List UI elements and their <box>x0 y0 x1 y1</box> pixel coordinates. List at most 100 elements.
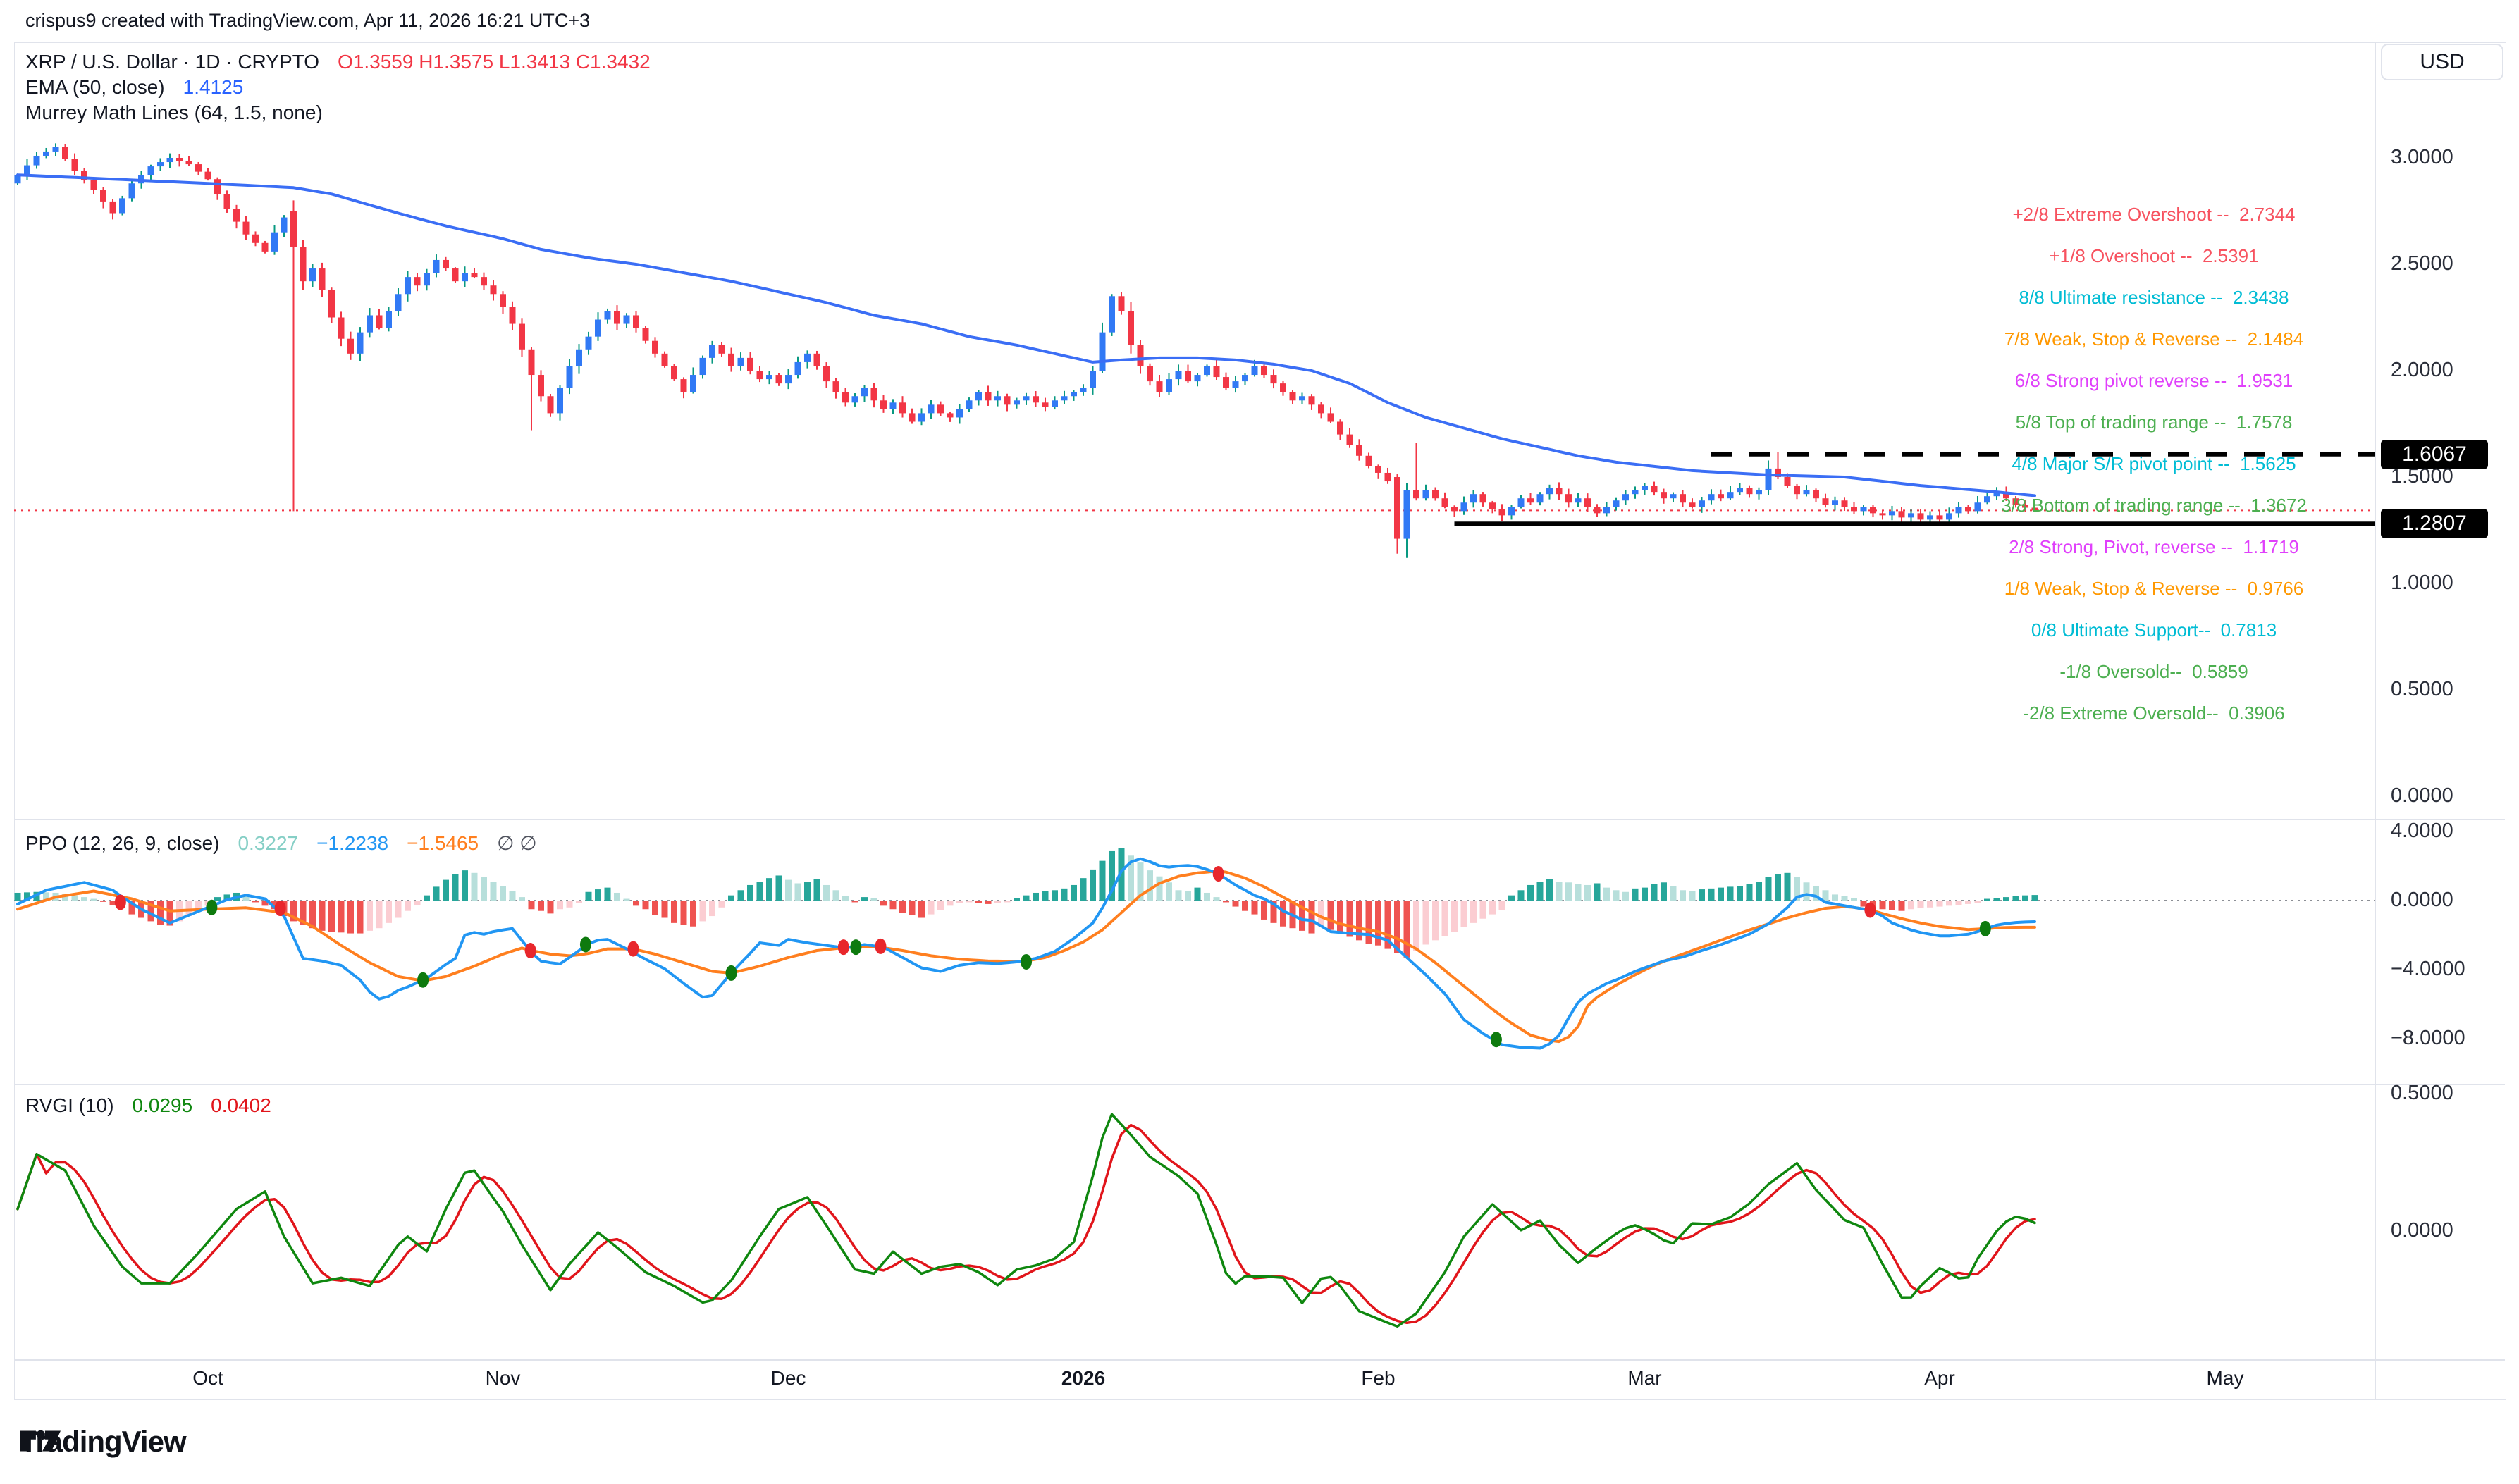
candle-body <box>1661 492 1667 498</box>
ppo-hist-bar <box>538 901 544 911</box>
time-axis-label[interactable]: Nov <box>486 1367 521 1390</box>
ppo-hist-bar <box>1785 873 1791 901</box>
candle-body <box>1651 486 1658 492</box>
time-axis-label[interactable]: May <box>2207 1367 2244 1390</box>
tradingview-logo[interactable]: TradingView <box>20 1425 186 1459</box>
ppo-visibility-icons[interactable]: ∅ ∅ <box>497 831 537 855</box>
candle-body <box>548 396 554 413</box>
candle-body <box>91 180 97 190</box>
ppo-hist-bar <box>776 875 782 901</box>
ppo-hist-bar <box>624 899 630 901</box>
ppo-hist-bar <box>405 901 411 911</box>
plot-data-group <box>14 143 2375 1326</box>
candle-body <box>1375 466 1381 473</box>
ppo-hist-bar <box>1071 885 1077 901</box>
time-axis-label[interactable]: Mar <box>1627 1367 1661 1390</box>
candle-body <box>852 396 858 402</box>
currency-button[interactable]: USD <box>2381 44 2503 80</box>
ppo-hist-bar <box>510 891 516 901</box>
ppo-cross-dot-green <box>580 936 591 952</box>
ema50-line <box>18 175 2035 495</box>
time-axis-label[interactable]: Apr <box>1924 1367 1955 1390</box>
ppo-axis-label: −8.0000 <box>2391 1027 2465 1050</box>
candle-body <box>823 366 830 381</box>
ppo-hist-bar <box>738 890 744 901</box>
symbol-legend: XRP / U.S. Dollar · 1D · CRYPTO O1.3559 … <box>25 51 651 73</box>
ppo-hist-bar <box>700 901 706 921</box>
ppo-hist-bar <box>462 870 468 901</box>
ppo-hist-bar <box>766 878 772 901</box>
candle-body <box>1889 511 1895 515</box>
candle-body <box>738 358 744 366</box>
ppo-hist-bar <box>757 882 763 901</box>
ppo-hist-bar <box>1442 901 1448 936</box>
ema-legend: EMA (50, close) 1.4125 <box>25 76 243 99</box>
ppo-hist-bar <box>1642 888 1648 901</box>
ppo-hist-bar <box>1404 901 1410 958</box>
candle-body <box>700 358 706 375</box>
ppo-hist-bar <box>1527 885 1534 901</box>
candle-body <box>643 328 649 341</box>
candle-body <box>43 152 49 156</box>
ppo-hist-bar <box>1832 894 1838 901</box>
time-axis-label[interactable]: Oct <box>192 1367 223 1390</box>
candle-body <box>1537 494 1544 502</box>
ppo-hist-bar <box>81 897 87 901</box>
ppo-hist-bar <box>652 901 658 915</box>
candle-body <box>1423 490 1429 498</box>
candle-body <box>1718 494 1724 498</box>
ppo-hist-bar <box>491 882 497 901</box>
candle-body <box>119 198 125 213</box>
candle-body <box>1804 490 1810 494</box>
ppo-hist-bar <box>252 901 259 902</box>
candle-body <box>72 159 78 171</box>
candle-body <box>328 290 335 317</box>
time-axis-label[interactable]: Dec <box>771 1367 806 1390</box>
ppo-hist-bar <box>1699 889 1705 901</box>
candle-body <box>1575 498 1582 502</box>
ppo-hist-bar <box>1042 891 1049 901</box>
ppo-cross-dot-green <box>726 965 737 981</box>
price-axis-label: 3.0000 <box>2391 146 2453 169</box>
ppo-hist-bar <box>557 901 563 909</box>
ppo-hist-bar <box>719 901 725 908</box>
ppo-hist-bar <box>1166 882 1172 901</box>
candle-body <box>1128 311 1134 345</box>
ppo-hist-bar <box>947 901 954 905</box>
candle-body <box>1071 392 1077 396</box>
candle-body <box>1119 296 1125 311</box>
candle-body <box>100 190 106 202</box>
candle-body <box>424 273 430 285</box>
ppo-hist-bar <box>1061 889 1068 901</box>
candle-body <box>880 400 887 409</box>
ppo-hist-bar <box>157 901 164 925</box>
candle-body <box>785 375 792 383</box>
ppo-hist-bar <box>1613 890 1620 901</box>
murrey-label: +1/8 Overshoot -- 2.5391 <box>2049 245 2258 267</box>
ppo-hist-bar <box>1518 890 1525 901</box>
candle-body <box>1794 486 1800 494</box>
ppo-hist-bar <box>357 901 364 934</box>
ppo-hist-bar <box>1233 901 1239 907</box>
ppo-hist-bar <box>1204 893 1210 901</box>
candle-body <box>1870 507 1876 513</box>
murrey-label: 2/8 Strong, Pivot, reverse -- 1.1719 <box>2009 536 2299 558</box>
time-axis-label[interactable]: Feb <box>1361 1367 1395 1390</box>
ppo-hist-bar <box>1908 901 1914 909</box>
candle-body <box>1004 396 1011 404</box>
candle-body <box>1033 396 1039 402</box>
ppo-hist-bar <box>1337 901 1343 934</box>
candle-body <box>1632 490 1639 494</box>
ppo-hist-bar <box>1147 870 1153 901</box>
ppo-hist-bar <box>1252 901 1258 915</box>
ppo-hist-bar <box>1727 886 1734 901</box>
time-axis-label[interactable]: 2026 <box>1061 1367 1105 1390</box>
candle-body <box>472 273 478 277</box>
ppo-hist-bar <box>1347 901 1353 936</box>
candle-body <box>1670 494 1677 498</box>
candle-body <box>567 366 573 388</box>
candle-body <box>433 260 440 273</box>
ppo-hist-bar <box>1984 899 1990 901</box>
ppo-hist-bar <box>15 893 21 901</box>
candle-body <box>1508 507 1515 515</box>
